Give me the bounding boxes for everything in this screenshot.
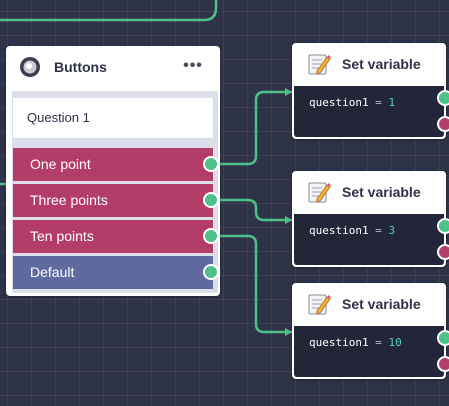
set-variable-node[interactable]: Set variable question1 = 10: [292, 283, 449, 379]
success-port[interactable]: [437, 330, 449, 346]
option-label: Ten points: [30, 228, 94, 244]
question-field[interactable]: Question 1: [13, 98, 213, 138]
set-variable-node[interactable]: Set variable question1 = 3: [292, 171, 449, 267]
output-port-ten-points[interactable]: [203, 228, 219, 244]
failure-port[interactable]: [437, 244, 449, 260]
code-line: question1 = 1: [309, 96, 395, 109]
option-ten-points[interactable]: Ten points: [13, 220, 213, 253]
success-port[interactable]: [437, 90, 449, 106]
buttons-node-title: Buttons: [54, 59, 107, 75]
output-port-one-point[interactable]: [203, 156, 219, 172]
option-label: One point: [30, 156, 91, 172]
question-text: Question 1: [27, 110, 90, 125]
option-default[interactable]: Default: [13, 256, 213, 289]
assigned-value: 10: [388, 336, 402, 349]
buttons-node-header[interactable]: Buttons •••: [6, 46, 220, 90]
arrowhead-ten-points: [285, 328, 292, 336]
toggle-icon: [20, 57, 40, 77]
code-line: question1 = 3: [309, 224, 395, 237]
output-port-default[interactable]: [203, 264, 219, 280]
assigned-value: 1: [388, 96, 396, 109]
incoming-connector: [0, 0, 218, 22]
code-block[interactable]: question1 = 1: [294, 86, 444, 137]
success-port[interactable]: [437, 218, 449, 234]
option-one-point[interactable]: One point: [13, 148, 213, 181]
set-variable-title: Set variable: [342, 184, 421, 200]
assignment-operator: =: [375, 96, 382, 109]
set-variable-node[interactable]: Set variable question1 = 1: [292, 43, 449, 139]
code-line: question1 = 10: [309, 336, 402, 349]
memo-pencil-icon: [308, 182, 331, 203]
memo-pencil-icon: [308, 54, 331, 75]
failure-port[interactable]: [437, 116, 449, 132]
more-options-icon[interactable]: •••: [182, 56, 204, 76]
output-port-three-points[interactable]: [203, 192, 219, 208]
failure-port[interactable]: [437, 356, 449, 372]
set-variable-title: Set variable: [342, 296, 421, 312]
variable-name: question1: [309, 96, 369, 109]
option-three-points[interactable]: Three points: [13, 184, 213, 217]
option-label: Default: [30, 264, 75, 280]
assignment-operator: =: [375, 336, 382, 349]
variable-name: question1: [309, 336, 369, 349]
connector-three-points: [211, 198, 292, 222]
arrowhead-three-points: [285, 216, 292, 224]
code-block[interactable]: question1 = 10: [294, 326, 444, 377]
assigned-value: 3: [388, 224, 396, 237]
arrowhead-one-point: [285, 88, 292, 96]
connector-one-point: [211, 90, 292, 166]
memo-pencil-icon: [308, 294, 331, 315]
option-label: Three points: [30, 192, 108, 208]
code-block[interactable]: question1 = 3: [294, 214, 444, 265]
set-variable-title: Set variable: [342, 56, 421, 72]
assignment-operator: =: [375, 224, 382, 237]
connector-ten-points: [211, 234, 292, 334]
buttons-node[interactable]: Buttons ••• Question 1 One point Three p…: [6, 46, 220, 296]
variable-name: question1: [309, 224, 369, 237]
